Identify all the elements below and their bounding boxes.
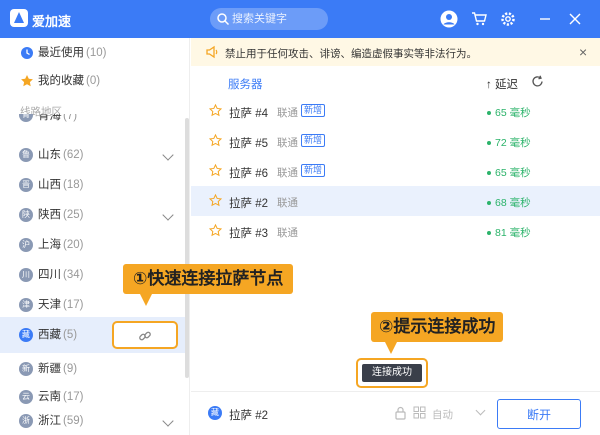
server-ping: 81 毫秒 bbox=[487, 225, 531, 240]
annotation-arrow bbox=[385, 342, 397, 354]
region-badge: 陕 bbox=[19, 208, 33, 222]
server-name: 拉萨 #6 bbox=[229, 168, 268, 180]
star-outline-icon[interactable] bbox=[209, 104, 222, 117]
disconnect-button[interactable]: 断开 bbox=[497, 399, 581, 429]
cart-icon[interactable] bbox=[470, 10, 488, 28]
search-box[interactable] bbox=[210, 8, 328, 30]
sidebar-item-region[interactable]: 鲁 山东 (62) bbox=[0, 140, 189, 170]
server-ping: 72 毫秒 bbox=[487, 135, 531, 150]
server-name: 拉萨 #5 bbox=[229, 138, 268, 150]
region-badge: 川 bbox=[19, 268, 33, 282]
server-ping: 65 毫秒 bbox=[487, 105, 531, 120]
settings-gear-icon[interactable] bbox=[499, 10, 517, 28]
connected-server-name: 拉萨 #2 bbox=[229, 410, 268, 422]
annotation-step1: ①快速连接拉萨节点 bbox=[123, 264, 294, 294]
server-row[interactable]: 拉萨 #5 联通 新增 72 毫秒 bbox=[191, 126, 600, 156]
annotation-arrow bbox=[140, 294, 152, 306]
star-outline-icon[interactable] bbox=[209, 194, 222, 207]
server-ping: 65 毫秒 bbox=[487, 165, 531, 180]
search-input[interactable] bbox=[232, 11, 322, 27]
notice-bar: 禁止用于任何攻击、诽谤、编造虚假事实等非法行为。 × bbox=[191, 38, 600, 66]
minimize-icon[interactable] bbox=[536, 10, 554, 28]
region-badge: 沪 bbox=[19, 238, 33, 252]
mode-select[interactable]: 自动 bbox=[432, 407, 453, 422]
close-notice-icon[interactable]: × bbox=[579, 44, 587, 60]
sidebar-item-region-selected[interactable]: 藏 西藏 (5) bbox=[0, 317, 189, 353]
sidebar: 最近使用 (10) 我的收藏 (0) 线路地区 青 青海 (7) 鲁 山东 (62) 晋… bbox=[0, 38, 190, 435]
server-row[interactable]: 拉萨 #3 联通 81 毫秒 bbox=[191, 216, 600, 246]
server-name: 拉萨 #3 bbox=[229, 228, 268, 240]
new-badge: 新增 bbox=[301, 164, 326, 177]
clock-icon bbox=[21, 47, 33, 59]
notice-text: 禁止用于任何攻击、诽谤、编造虚假事实等非法行为。 bbox=[225, 48, 477, 60]
grid-icon[interactable] bbox=[413, 406, 426, 419]
server-name: 拉萨 #4 bbox=[229, 108, 268, 120]
sidebar-item-favorites[interactable]: 我的收藏 (0) bbox=[0, 66, 189, 96]
quick-connect-button[interactable] bbox=[112, 321, 178, 349]
region-badge: 云 bbox=[19, 390, 33, 404]
search-icon bbox=[217, 13, 230, 26]
column-header-server[interactable]: 服务器 bbox=[228, 76, 263, 92]
title-bar: 爱加速 bbox=[0, 0, 600, 38]
refresh-icon[interactable] bbox=[531, 75, 544, 88]
region-badge: 新 bbox=[19, 362, 33, 376]
region-badge: 青 bbox=[19, 114, 33, 122]
app-logo-icon bbox=[10, 9, 28, 27]
megaphone-icon bbox=[206, 45, 218, 59]
new-badge: 新增 bbox=[301, 104, 326, 117]
server-isp: 联通 bbox=[277, 227, 298, 239]
link-icon bbox=[139, 331, 151, 341]
sidebar-scrollbar[interactable] bbox=[185, 118, 189, 378]
user-avatar-icon[interactable] bbox=[440, 10, 458, 28]
region-badge: 浙 bbox=[19, 414, 33, 428]
toast-highlight: 连接成功 bbox=[356, 358, 428, 388]
server-isp: 联通 bbox=[277, 197, 298, 209]
server-row-selected[interactable]: 拉萨 #2 联通 68 毫秒 bbox=[191, 186, 600, 216]
sidebar-item-region[interactable]: 新 新疆 (9) bbox=[0, 354, 189, 384]
toast-message: 连接成功 bbox=[362, 364, 422, 382]
star-outline-icon[interactable] bbox=[209, 134, 222, 147]
server-isp: 联通 bbox=[277, 107, 298, 119]
server-ping: 68 毫秒 bbox=[487, 195, 531, 210]
server-isp: 联通 bbox=[277, 137, 298, 149]
sidebar-item-region[interactable]: 浙 浙江 (59) bbox=[0, 406, 189, 435]
sidebar-item-region[interactable]: 沪 上海 (20) bbox=[0, 230, 189, 260]
region-badge: 藏 bbox=[19, 328, 33, 342]
column-header-delay[interactable]: ↑ 延迟 bbox=[486, 76, 518, 92]
sidebar-item-region[interactable]: 晋 山西 (18) bbox=[0, 170, 189, 200]
region-badge: 晋 bbox=[19, 178, 33, 192]
chevron-down-icon[interactable] bbox=[162, 149, 174, 161]
region-badge: 鲁 bbox=[19, 148, 33, 162]
connection-footer: 藏 拉萨 #2 自动 断开 bbox=[191, 391, 600, 435]
app-title: 爱加速 bbox=[32, 14, 72, 29]
server-isp: 联通 bbox=[277, 167, 298, 179]
star-icon bbox=[21, 75, 33, 87]
sidebar-item-recent[interactable]: 最近使用 (10) bbox=[0, 38, 189, 68]
star-outline-icon[interactable] bbox=[209, 224, 222, 237]
lock-icon[interactable] bbox=[394, 406, 407, 420]
region-badge: 藏 bbox=[208, 406, 222, 420]
sidebar-item-region[interactable]: 青 青海 (7) bbox=[0, 114, 189, 130]
close-window-icon[interactable] bbox=[566, 10, 584, 28]
server-name: 拉萨 #2 bbox=[229, 198, 268, 210]
sidebar-item-region[interactable]: 陕 陕西 (25) bbox=[0, 200, 189, 230]
server-row[interactable]: 拉萨 #6 联通 新增 65 毫秒 bbox=[191, 156, 600, 186]
new-badge: 新增 bbox=[301, 134, 326, 147]
chevron-down-icon[interactable] bbox=[162, 415, 174, 427]
region-badge: 津 bbox=[19, 298, 33, 312]
annotation-step2: ②提示连接成功 bbox=[371, 312, 504, 342]
sidebar-item-region[interactable]: 津 天津 (17) bbox=[0, 290, 189, 320]
server-row[interactable]: 拉萨 #4 联通 新增 65 毫秒 bbox=[191, 96, 600, 126]
star-outline-icon[interactable] bbox=[209, 164, 222, 177]
chevron-down-icon[interactable] bbox=[162, 209, 174, 221]
chevron-down-icon[interactable] bbox=[475, 405, 486, 416]
